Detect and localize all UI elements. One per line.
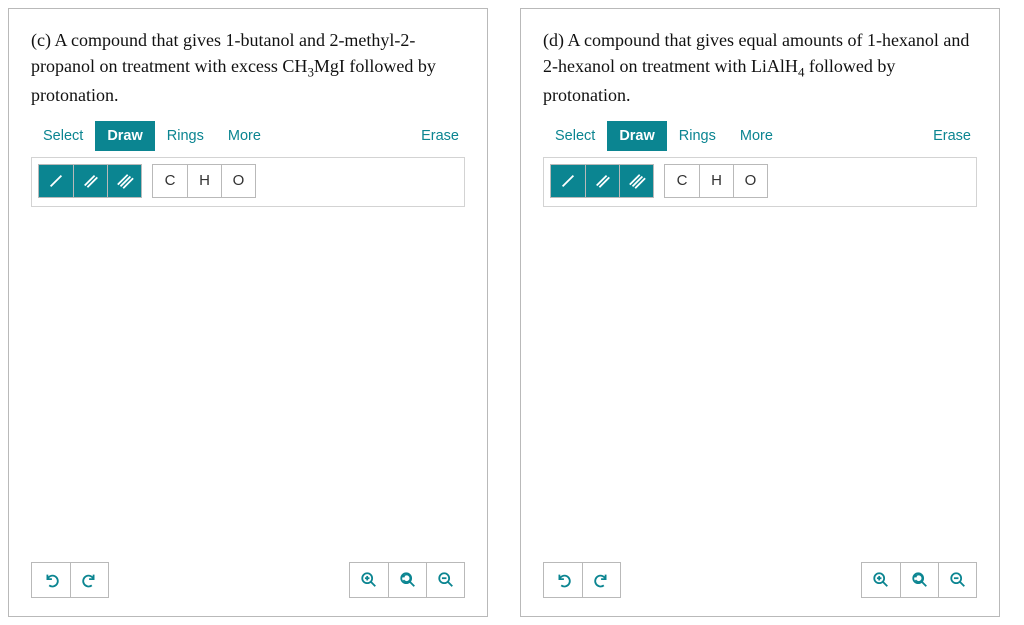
atom-c-button[interactable]: C: [153, 165, 187, 197]
zoom-in-icon: [872, 571, 890, 589]
tab-select[interactable]: Select: [31, 121, 95, 151]
tab-draw[interactable]: Draw: [607, 121, 666, 151]
tool-row: C H O: [31, 157, 465, 207]
double-bond-icon: [82, 172, 100, 190]
single-bond-button[interactable]: [39, 165, 73, 197]
redo-button[interactable]: [70, 563, 108, 597]
history-group: [31, 562, 109, 598]
zoom-group: [861, 562, 977, 598]
tab-select[interactable]: Select: [543, 121, 607, 151]
panel-c: (c) A compound that gives 1-butanol and …: [8, 8, 488, 617]
undo-icon: [554, 571, 572, 589]
double-bond-icon: [594, 172, 612, 190]
tab-bar: Select Draw Rings More Erase: [543, 121, 977, 151]
zoom-in-button[interactable]: [350, 563, 388, 597]
zoom-reset-button[interactable]: [388, 563, 426, 597]
bond-group: [38, 164, 142, 198]
redo-button[interactable]: [582, 563, 620, 597]
tool-row: C H O: [543, 157, 977, 207]
zoom-out-button[interactable]: [938, 563, 976, 597]
prompt-text: (c) A compound that gives 1-butanol and …: [31, 27, 465, 109]
tab-rings[interactable]: Rings: [667, 121, 728, 151]
footer-bar: [31, 554, 465, 598]
zoom-reset-icon: [911, 571, 929, 589]
zoom-in-icon: [360, 571, 378, 589]
tab-bar: Select Draw Rings More Erase: [31, 121, 465, 151]
redo-icon: [593, 571, 611, 589]
zoom-out-icon: [949, 571, 967, 589]
prompt-text: (d) A compound that gives equal amounts …: [543, 27, 977, 109]
single-bond-icon: [559, 172, 577, 190]
zoom-out-button[interactable]: [426, 563, 464, 597]
zoom-group: [349, 562, 465, 598]
triple-bond-icon: [116, 172, 134, 190]
zoom-reset-icon: [399, 571, 417, 589]
atom-group: C H O: [664, 164, 768, 198]
tab-rings[interactable]: Rings: [155, 121, 216, 151]
redo-icon: [81, 571, 99, 589]
undo-button[interactable]: [32, 563, 70, 597]
triple-bond-icon: [628, 172, 646, 190]
single-bond-icon: [47, 172, 65, 190]
undo-icon: [42, 571, 60, 589]
footer-bar: [543, 554, 977, 598]
bond-group: [550, 164, 654, 198]
atom-c-button[interactable]: C: [665, 165, 699, 197]
triple-bond-button[interactable]: [107, 165, 141, 197]
panel-d: (d) A compound that gives equal amounts …: [520, 8, 1000, 617]
zoom-reset-button[interactable]: [900, 563, 938, 597]
atom-group: C H O: [152, 164, 256, 198]
atom-h-button[interactable]: H: [699, 165, 733, 197]
tab-more[interactable]: More: [216, 121, 273, 151]
undo-button[interactable]: [544, 563, 582, 597]
atom-o-button[interactable]: O: [733, 165, 767, 197]
tab-draw[interactable]: Draw: [95, 121, 154, 151]
erase-button[interactable]: Erase: [415, 121, 465, 151]
single-bond-button[interactable]: [551, 165, 585, 197]
atom-h-button[interactable]: H: [187, 165, 221, 197]
triple-bond-button[interactable]: [619, 165, 653, 197]
tab-more[interactable]: More: [728, 121, 785, 151]
history-group: [543, 562, 621, 598]
double-bond-button[interactable]: [585, 165, 619, 197]
double-bond-button[interactable]: [73, 165, 107, 197]
erase-button[interactable]: Erase: [927, 121, 977, 151]
zoom-out-icon: [437, 571, 455, 589]
atom-o-button[interactable]: O: [221, 165, 255, 197]
zoom-in-button[interactable]: [862, 563, 900, 597]
